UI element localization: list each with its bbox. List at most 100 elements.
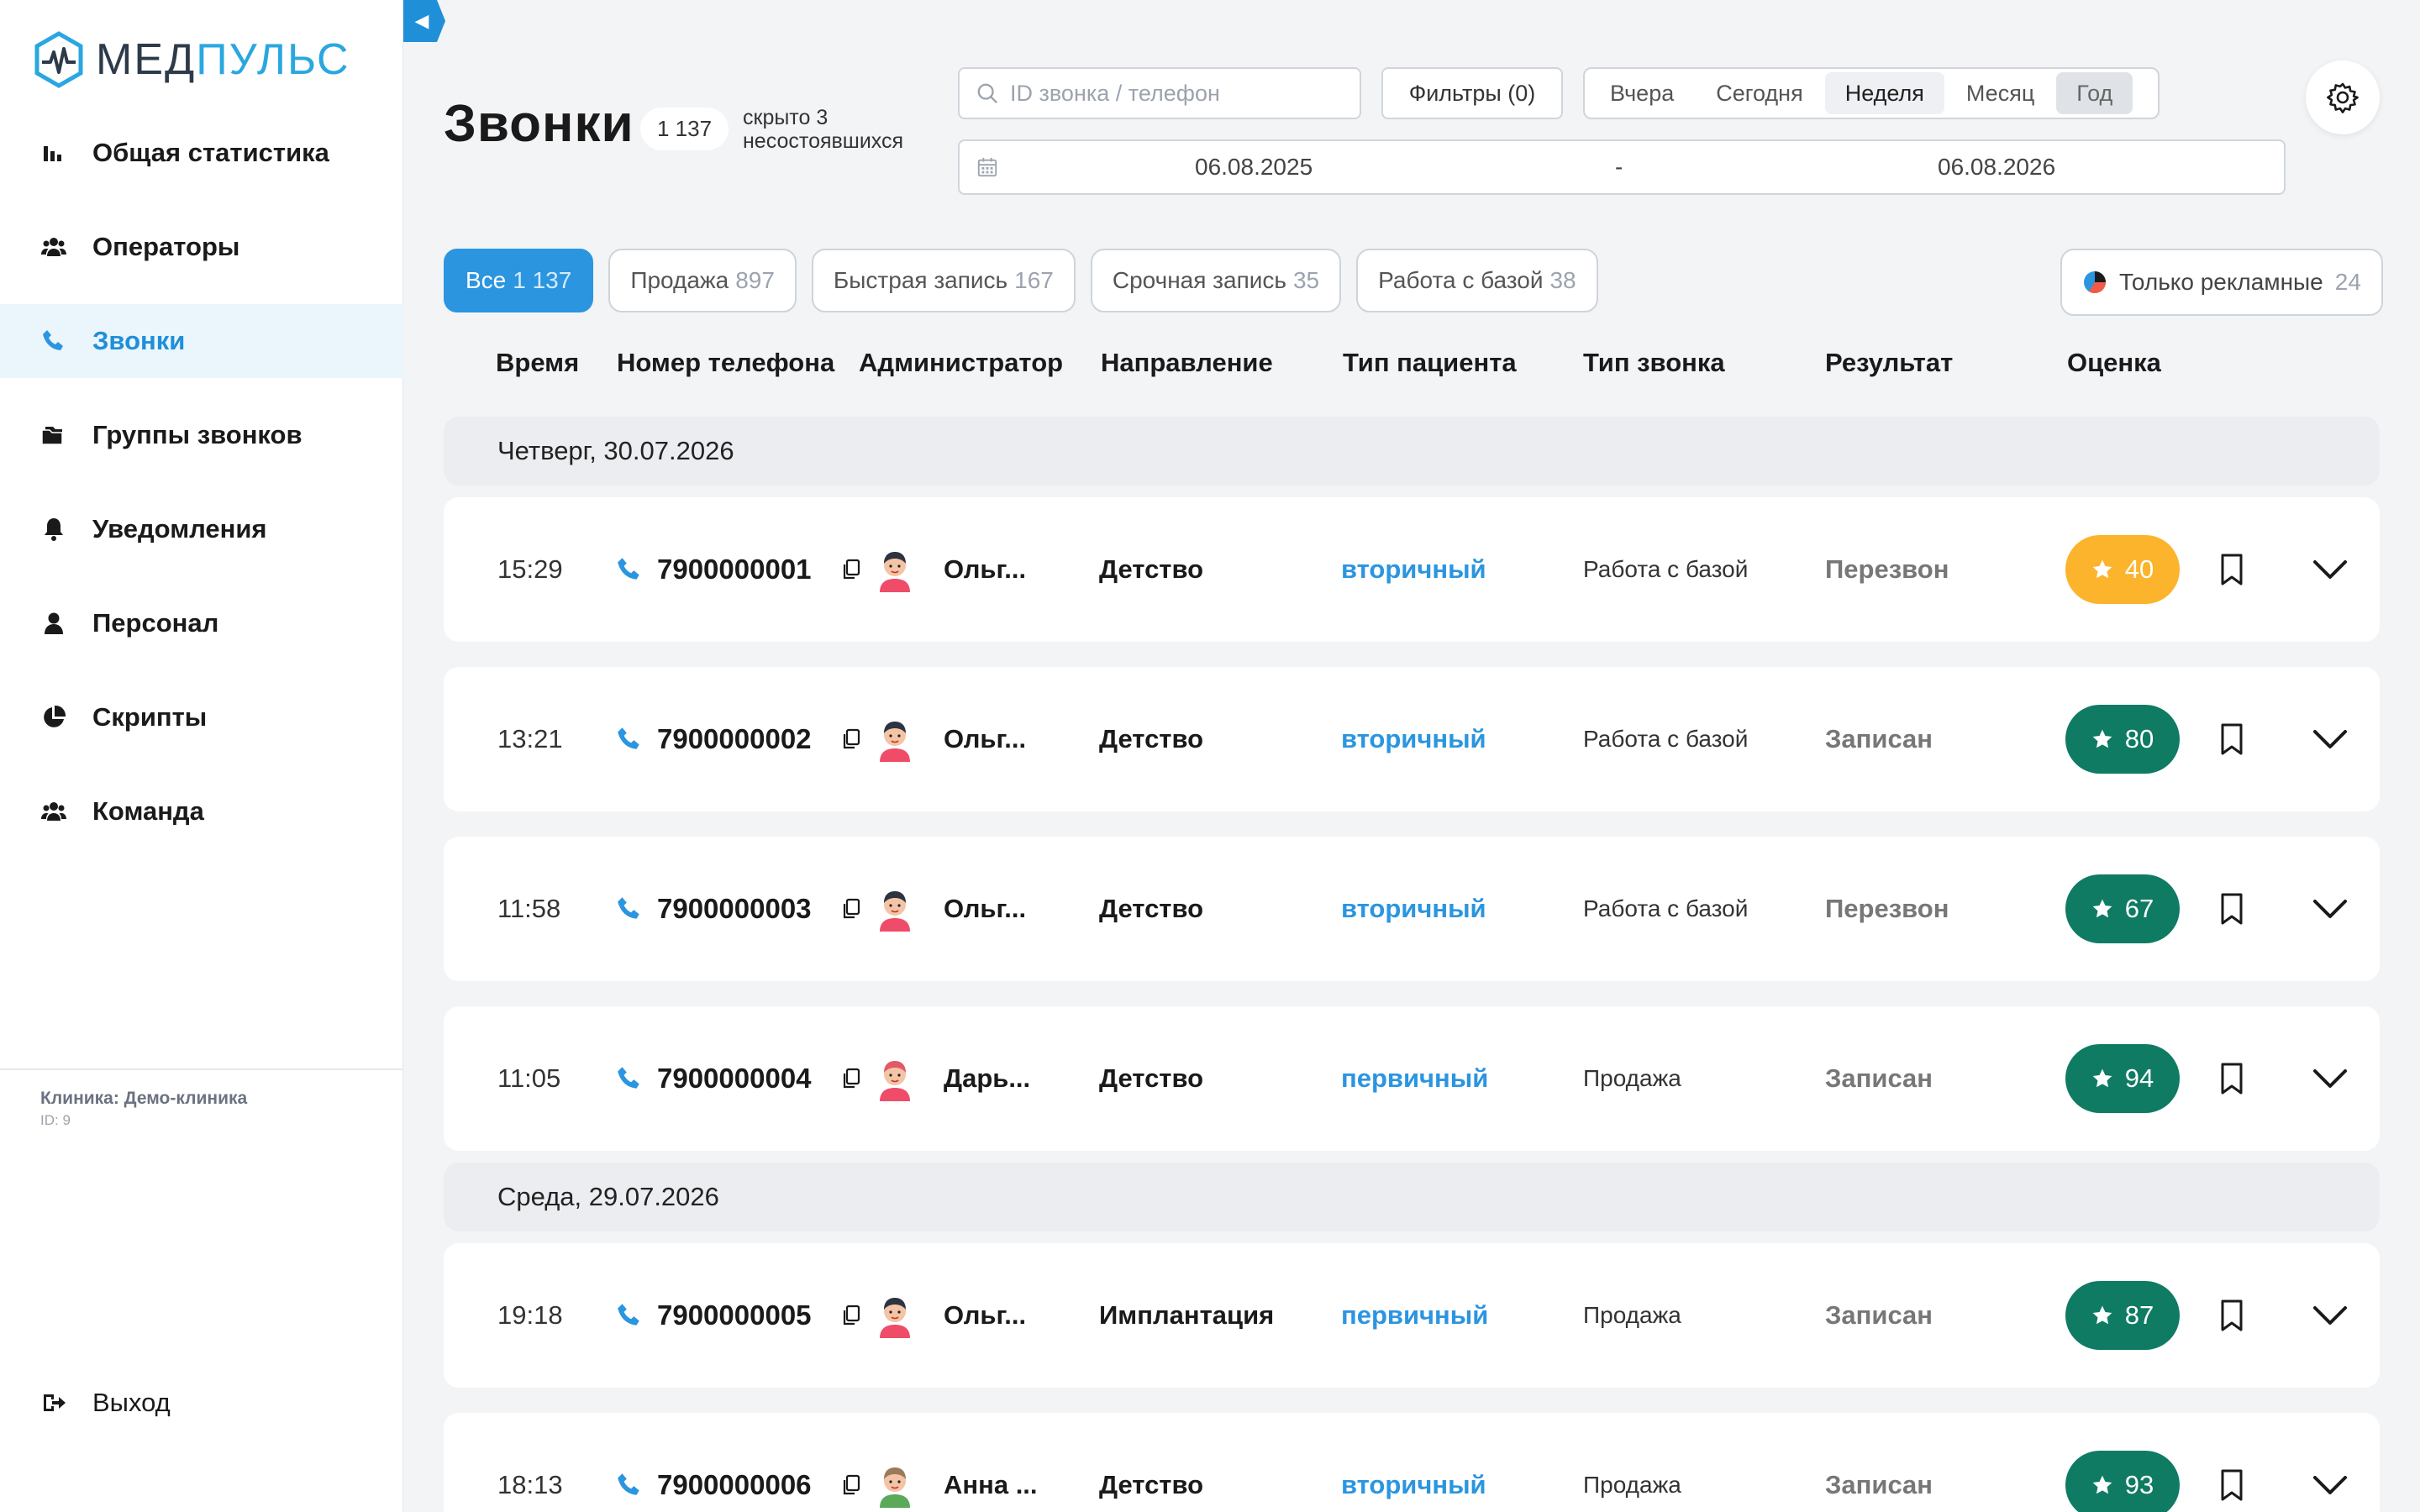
call-row[interactable]: 19:18 7900000005 Ольг... Имплантация первичн… bbox=[444, 1243, 2380, 1388]
column-header[interactable]: Результат bbox=[1825, 348, 1953, 378]
category-tab[interactable]: Все 1 137 bbox=[444, 249, 594, 312]
sidebar-item-label: Группы звонков bbox=[92, 420, 302, 449]
search-input[interactable] bbox=[1010, 80, 1329, 107]
search-field[interactable] bbox=[958, 67, 1361, 119]
phone-number[interactable]: 7900000002 bbox=[657, 667, 812, 811]
sidebar-item[interactable]: Операторы bbox=[0, 210, 403, 284]
chevron-down-icon[interactable] bbox=[2312, 837, 2348, 981]
period-option[interactable]: Неделя bbox=[1824, 72, 1944, 114]
phone-number[interactable]: 7900000004 bbox=[657, 1006, 812, 1151]
copy-icon[interactable] bbox=[841, 667, 861, 811]
ads-only-filter[interactable]: Только рекламные 24 bbox=[2060, 249, 2383, 316]
bookmark-icon[interactable] bbox=[2218, 1243, 2245, 1388]
sidebar-item[interactable]: Команда bbox=[0, 774, 403, 848]
column-header[interactable]: Номер телефона bbox=[617, 348, 834, 378]
logout-button[interactable]: Выход bbox=[0, 1366, 403, 1440]
category-tabs: Все 1 137 Продажа 897 Быстрая запись 167 Срочн… bbox=[444, 249, 1598, 312]
phone-icon[interactable] bbox=[615, 1243, 644, 1388]
clinic-id: ID: 9 bbox=[40, 1112, 71, 1128]
call-type: Работа с базой bbox=[1583, 726, 1749, 752]
score-badge[interactable]: 80 bbox=[2065, 667, 2180, 811]
phone-icon[interactable] bbox=[615, 1413, 644, 1512]
bookmark-icon[interactable] bbox=[2218, 1006, 2245, 1151]
settings-button[interactable] bbox=[2306, 60, 2380, 134]
call-time: 19:18 bbox=[497, 1300, 563, 1330]
sidebar-item-label: Общая статистика bbox=[92, 138, 329, 167]
clinic-name: Клиника: Демо-клиника bbox=[40, 1089, 248, 1108]
score-value: 67 bbox=[2124, 894, 2154, 923]
category-tab[interactable]: Быстрая запись 167 bbox=[811, 249, 1076, 312]
chevron-down-icon[interactable] bbox=[2312, 497, 2348, 642]
chevron-down-icon[interactable] bbox=[2312, 667, 2348, 811]
period-option[interactable]: Вчера bbox=[1590, 72, 1694, 114]
bookmark-icon[interactable] bbox=[2218, 837, 2245, 981]
copy-icon[interactable] bbox=[841, 837, 861, 981]
bookmark-icon[interactable] bbox=[2218, 667, 2245, 811]
score-value: 87 bbox=[2124, 1300, 2154, 1330]
phone-icon[interactable] bbox=[615, 497, 644, 642]
score-badge[interactable]: 87 bbox=[2065, 1243, 2180, 1388]
phone-number[interactable]: 7900000001 bbox=[657, 497, 812, 642]
admin-name: Дарь... bbox=[944, 1063, 1031, 1093]
score-badge[interactable]: 93 bbox=[2065, 1413, 2180, 1512]
sidebar-item-label: Операторы bbox=[92, 232, 240, 261]
category-tab[interactable]: Срочная запись 35 bbox=[1090, 249, 1342, 312]
period-option[interactable]: Месяц bbox=[1946, 72, 2054, 114]
sidebar-item[interactable]: Звонки bbox=[0, 304, 403, 378]
category-tab[interactable]: Работа с базой 38 bbox=[1356, 249, 1598, 312]
copy-icon[interactable] bbox=[841, 1243, 861, 1388]
phone-icon[interactable] bbox=[615, 837, 644, 981]
sidebar-item[interactable]: Персонал bbox=[0, 586, 403, 660]
date-range-picker[interactable]: 06.08.2025 - 06.08.2026 bbox=[958, 139, 2286, 195]
chevron-down-icon[interactable] bbox=[2312, 1413, 2348, 1512]
column-header[interactable]: Администратор bbox=[859, 348, 1063, 378]
column-header[interactable]: Тип пациента bbox=[1343, 348, 1517, 378]
call-row[interactable]: 13:21 7900000002 Ольг... Детство вторичный Ра… bbox=[444, 667, 2380, 811]
date-from[interactable]: 06.08.2025 bbox=[1195, 154, 1313, 181]
call-row[interactable]: 18:13 7900000006 Анна ... Детство вторичный П… bbox=[444, 1413, 2380, 1512]
call-time: 18:13 bbox=[497, 1470, 563, 1499]
sidebar-item[interactable]: Общая статистика bbox=[0, 116, 403, 190]
category-tab[interactable]: Продажа 897 bbox=[608, 249, 797, 312]
score-badge[interactable]: 67 bbox=[2065, 837, 2180, 981]
score-badge[interactable]: 94 bbox=[2065, 1006, 2180, 1151]
logo[interactable]: МЕДПУЛЬС bbox=[34, 30, 350, 89]
column-header[interactable]: Направление bbox=[1101, 348, 1273, 378]
category-tab-label: Срочная запись bbox=[1112, 267, 1286, 293]
sidebar-item[interactable]: Группы звонков bbox=[0, 398, 403, 472]
phone-number[interactable]: 7900000006 bbox=[657, 1413, 812, 1512]
avatar bbox=[876, 1006, 913, 1151]
score-badge[interactable]: 40 bbox=[2065, 497, 2180, 642]
phone-number[interactable]: 7900000005 bbox=[657, 1243, 812, 1388]
search-icon bbox=[977, 83, 997, 103]
bookmark-icon[interactable] bbox=[2218, 497, 2245, 642]
call-row[interactable]: 11:05 7900000004 Дарь... Детство первичный Пр… bbox=[444, 1006, 2380, 1151]
sidebar-item[interactable]: Уведомления bbox=[0, 492, 403, 566]
ads-source-icon bbox=[2084, 271, 2106, 294]
call-type: Продажа bbox=[1583, 1302, 1681, 1328]
copy-icon[interactable] bbox=[841, 1006, 861, 1151]
sidebar-item[interactable]: Скрипты bbox=[0, 680, 403, 754]
score-value: 80 bbox=[2124, 724, 2154, 753]
call-type: Работа с базой bbox=[1583, 895, 1749, 921]
date-to[interactable]: 06.08.2026 bbox=[1938, 154, 2055, 181]
sidebar-collapse-button[interactable]: ◀ bbox=[403, 0, 445, 42]
period-option[interactable]: Сегодня bbox=[1696, 72, 1823, 114]
copy-icon[interactable] bbox=[841, 1413, 861, 1512]
chevron-down-icon[interactable] bbox=[2312, 1243, 2348, 1388]
call-row[interactable]: 15:29 7900000001 Ольг... Детство вторичный Ра… bbox=[444, 497, 2380, 642]
period-option[interactable]: Год bbox=[2056, 72, 2133, 114]
filters-button[interactable]: Фильтры (0) bbox=[1381, 67, 1563, 119]
chevron-down-icon[interactable] bbox=[2312, 1006, 2348, 1151]
phone-number[interactable]: 7900000003 bbox=[657, 837, 812, 981]
call-direction: Детство bbox=[1099, 1063, 1204, 1093]
phone-icon[interactable] bbox=[615, 667, 644, 811]
column-header[interactable]: Оценка bbox=[2067, 348, 2161, 378]
phone-icon[interactable] bbox=[615, 1006, 644, 1151]
column-header[interactable]: Тип звонка bbox=[1583, 348, 1725, 378]
call-row[interactable]: 11:58 7900000003 Ольг... Детство вторичный Ра… bbox=[444, 837, 2380, 981]
column-header[interactable]: Время bbox=[496, 348, 579, 378]
patient-type: вторичный bbox=[1341, 1470, 1486, 1499]
copy-icon[interactable] bbox=[841, 497, 861, 642]
bookmark-icon[interactable] bbox=[2218, 1413, 2245, 1512]
